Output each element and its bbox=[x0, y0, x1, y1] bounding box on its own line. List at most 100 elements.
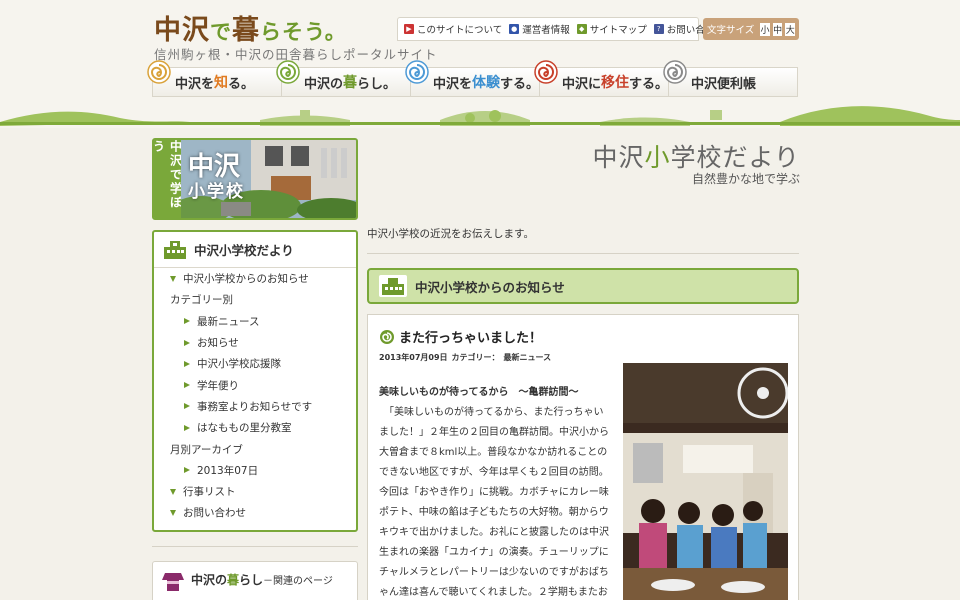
section-header: 中沢小学校からのお知らせ bbox=[367, 268, 799, 304]
article-heading: 美味しいものが待ってるから ～亀群訪間～ bbox=[379, 387, 579, 398]
global-nav-label-pre: 中沢を bbox=[175, 76, 215, 92]
article-paragraph-1: 「美味しいものが待ってるから、また行っちゃいました！」２年生の２回目の亀群訪間。… bbox=[379, 407, 609, 478]
sidebar-item-label: 2013年07日 bbox=[197, 464, 259, 477]
article: また行っちゃいました！ 2013年07月09日 カテゴリー： 最新ニュース 美味しい… bbox=[367, 314, 799, 600]
global-nav-label-pre: 中沢に bbox=[562, 76, 602, 92]
triangle-down-icon bbox=[170, 275, 176, 282]
global-nav-label-post: らし。 bbox=[357, 76, 397, 92]
sidebar-item-label: お知らせ bbox=[197, 337, 239, 350]
related-pages-title: 中沢の暮らし－関連のページ bbox=[191, 571, 333, 588]
page-title: 中沢小学校だより bbox=[560, 138, 800, 174]
util-nav-item-1[interactable]: ● 運営者情報 bbox=[509, 22, 570, 36]
article-title-row[interactable]: また行っちゃいました！ bbox=[380, 327, 542, 346]
sidebar-item-label: 中沢小学校応援隊 bbox=[197, 358, 281, 371]
article-body: 「美味しいものが待ってるから、また行っちゃいました！」２年生の２回目の亀群訪間。… bbox=[379, 403, 613, 600]
page-subtitle: 自然豊かな地で学ぶ bbox=[691, 172, 800, 186]
sidebar-item-2[interactable]: 最新ニュース bbox=[154, 311, 356, 332]
sidebar-item-label: はなももの里分教室 bbox=[197, 422, 292, 435]
sidebar-menu: 中沢小学校だより 中沢小学校からのお知らせ カテゴリー別 最新ニュース お知らせ 中沢小… bbox=[152, 230, 358, 532]
logo-text-4: らそう。 bbox=[260, 20, 347, 44]
sidebar-item-6[interactable]: 事務室よりお知らせです bbox=[154, 396, 356, 417]
article-category-link[interactable]: 最新ニュース bbox=[504, 353, 552, 362]
sidebar-menu-title: 中沢小学校だより bbox=[194, 243, 294, 258]
related-pages-title-post: らし bbox=[239, 573, 264, 587]
util-nav-label: 運営者情報 bbox=[522, 25, 570, 36]
global-nav-label-post: る。 bbox=[228, 76, 255, 92]
sidebar-item-5[interactable]: 学年便り bbox=[154, 374, 356, 395]
related-pages-title-pre: 中沢の bbox=[191, 573, 228, 587]
related-pages-title-sub: －関連のページ bbox=[263, 576, 333, 587]
global-nav-item-0[interactable]: 中沢を知る。 bbox=[147, 60, 282, 97]
sidebar-menu-list: 中沢小学校からのお知らせカテゴリー別最新ニュース お知らせ中沢小学校応援隊 学年便り… bbox=[154, 268, 356, 524]
question-icon: ? bbox=[653, 24, 664, 34]
triangle-right-icon bbox=[184, 318, 190, 325]
sidebar-item-3[interactable]: お知らせ bbox=[154, 332, 356, 353]
global-nav-label-highlight: 移住 bbox=[601, 75, 630, 91]
global-nav: 中沢を知る。 中沢の暮らし。 中沢を 体験 する。 中沢に 移住 する。 中沢便利帳 bbox=[147, 60, 799, 97]
related-pages-box[interactable]: 中沢の暮らし－関連のページ bbox=[152, 561, 358, 600]
sidebar-divider bbox=[152, 546, 358, 547]
font-size-label: 文字サイズ bbox=[707, 25, 755, 36]
global-nav-label-pre: 中沢を bbox=[432, 76, 472, 92]
triangle-down-icon bbox=[170, 509, 176, 516]
font-size-small-button[interactable]: 小 bbox=[760, 22, 770, 36]
sidebar-item-label: 中沢小学校からのお知らせ bbox=[183, 273, 309, 286]
sidebar-item-0[interactable]: 中沢小学校からのお知らせ bbox=[154, 268, 356, 289]
global-nav-item-1[interactable]: 中沢の暮らし。 bbox=[276, 60, 411, 97]
article-category-label: カテゴリー： bbox=[451, 353, 500, 362]
header-rule bbox=[0, 122, 960, 125]
triangle-right-icon bbox=[184, 382, 190, 389]
sidebar-item-label: お問い合わせ bbox=[183, 507, 246, 520]
font-size-switcher: 文字サイズ 小 中 大 bbox=[703, 18, 799, 40]
sidebar-item-11[interactable]: お問い合わせ bbox=[154, 502, 356, 523]
swirl-icon bbox=[380, 329, 394, 344]
sidebar-item-label: 最新ニュース bbox=[197, 315, 260, 328]
font-size-large-button[interactable]: 大 bbox=[785, 22, 795, 36]
sidebar-item-label: カテゴリー別 bbox=[170, 294, 233, 307]
site-logo[interactable]: 中沢で暮らそう。 bbox=[154, 8, 347, 47]
global-nav-label-pre: 中沢便利帳 bbox=[691, 76, 757, 92]
swirl-icon bbox=[276, 60, 300, 84]
swirl-icon bbox=[534, 60, 558, 84]
page-intro: 中沢小学校の近況をお伝えします。 bbox=[367, 228, 534, 240]
util-nav-item-2[interactable]: ◆ サイトマップ bbox=[576, 22, 647, 36]
global-nav-label-pre: 中沢の bbox=[303, 76, 343, 92]
banner-title: 中沢 小学校 bbox=[188, 154, 245, 201]
swirl-icon bbox=[147, 60, 171, 84]
util-nav-item-0[interactable]: ▶ このサイトについて bbox=[404, 22, 502, 36]
sidebar-item-label: 学年便り bbox=[197, 379, 239, 392]
sidebar-item-label: 事務室よりお知らせです bbox=[197, 400, 313, 413]
sidebar-item-4[interactable]: 中沢小学校応援隊 bbox=[154, 353, 356, 374]
school-banner[interactable]: 中沢で学ぼう 中沢 小学校 bbox=[152, 138, 358, 220]
triangle-right-icon bbox=[184, 424, 190, 431]
sidebar-item-9[interactable]: 2013年07日 bbox=[154, 460, 356, 481]
sidebar-item-7[interactable]: はなももの里分教室 bbox=[154, 417, 356, 438]
triangle-right-icon bbox=[184, 360, 190, 367]
utility-nav: ▶ このサイトについて ● 運営者情報 ◆ サイトマップ? お問い合わせ bbox=[397, 17, 724, 41]
font-size-medium-button[interactable]: 中 bbox=[772, 22, 783, 36]
school-icon bbox=[164, 240, 186, 259]
page-title-post: 学校だより bbox=[670, 143, 800, 172]
global-nav-item-3[interactable]: 中沢に 移住 する。 bbox=[534, 60, 670, 97]
children-eating-photo bbox=[623, 363, 788, 600]
site-header: 中沢で暮らそう。 信州駒ヶ根・中沢の田舎暮らしポータルサイト ▶ このサイトについ… bbox=[0, 0, 960, 128]
article-meta: 2013年07月09日 カテゴリー： 最新ニュース bbox=[379, 352, 555, 363]
logo-text-3: 暮 bbox=[232, 15, 260, 46]
global-nav-item-2[interactable]: 中沢を 体験 する。 bbox=[405, 60, 540, 97]
swirl-icon bbox=[663, 60, 687, 84]
arrow-icon: ▶ bbox=[404, 24, 414, 34]
sidebar-item-10[interactable]: 行事リスト bbox=[154, 481, 356, 502]
banner-title-main: 中沢 bbox=[188, 152, 241, 182]
school-icon bbox=[379, 275, 407, 297]
article-date: 2013年07月09日 bbox=[379, 353, 448, 362]
global-nav-label-highlight: 体験 bbox=[471, 75, 500, 91]
util-nav-label: サイトマップ bbox=[589, 25, 647, 36]
triangle-right-icon bbox=[184, 403, 190, 410]
triangle-right-icon bbox=[184, 339, 190, 346]
main-divider bbox=[367, 253, 799, 254]
sidebar-item-label: 行事リスト bbox=[183, 486, 236, 499]
global-nav-item-4[interactable]: 中沢便利帳 bbox=[663, 60, 799, 97]
person-icon: ● bbox=[509, 24, 520, 34]
sitemap-icon: ◆ bbox=[576, 24, 587, 34]
swirl-icon bbox=[405, 60, 429, 84]
